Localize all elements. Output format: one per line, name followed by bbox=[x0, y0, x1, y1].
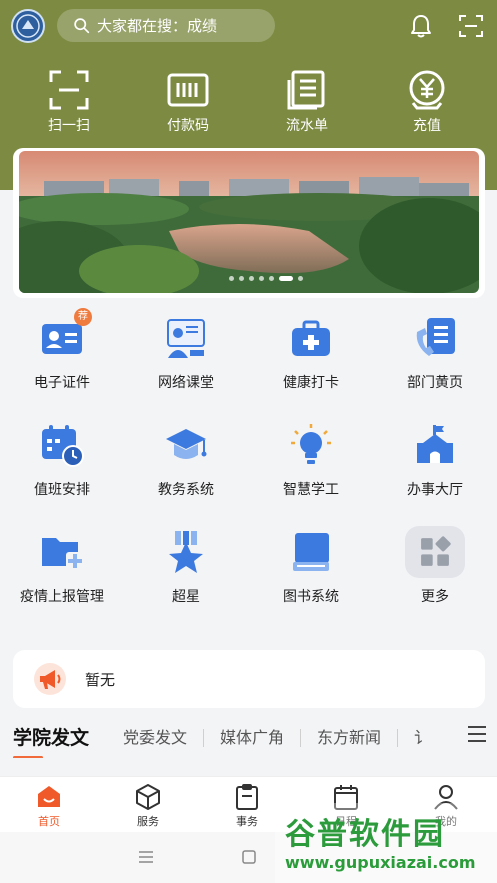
recent-apps-icon[interactable] bbox=[138, 850, 154, 864]
pagination-dot[interactable] bbox=[239, 276, 244, 281]
recommend-badge: 荐 bbox=[74, 308, 92, 326]
pagination-dot[interactable] bbox=[269, 276, 274, 281]
scan-frame-icon[interactable] bbox=[457, 12, 485, 40]
pagination-dot[interactable] bbox=[229, 276, 234, 281]
quick-recharge-button[interactable]: 充值 bbox=[382, 68, 472, 135]
pagination-dot[interactable] bbox=[298, 276, 303, 281]
pagination-dot[interactable] bbox=[259, 276, 264, 281]
service-e-id[interactable]: 荐 电子证件 bbox=[0, 308, 124, 392]
building-icon bbox=[417, 425, 453, 463]
menu-icon[interactable] bbox=[467, 725, 487, 743]
receipt-icon bbox=[287, 70, 325, 110]
service-epidemic-report[interactable]: 疫情上报管理 bbox=[0, 530, 124, 606]
service-online-class[interactable]: 网络课堂 bbox=[124, 316, 248, 392]
service-label: 电子证件 bbox=[34, 375, 90, 391]
pagination-dot[interactable] bbox=[249, 276, 254, 281]
service-label: 值班安排 bbox=[34, 482, 90, 498]
service-department-directory[interactable]: 部门黄页 bbox=[373, 316, 497, 392]
service-label: 超星 bbox=[172, 589, 200, 605]
home-button-icon[interactable] bbox=[241, 850, 257, 864]
service-library-system[interactable]: 图书系统 bbox=[249, 530, 373, 606]
quick-receipt-label: 流水单 bbox=[286, 118, 328, 134]
yuan-recharge-icon bbox=[409, 70, 445, 110]
tab-party-documents[interactable]: 党委发文 bbox=[105, 729, 205, 747]
service-label: 网络课堂 bbox=[158, 375, 214, 391]
service-label: 部门黄页 bbox=[407, 375, 463, 391]
tab-college-documents[interactable]: 学院发文 bbox=[13, 729, 105, 758]
tab-dongfang-news[interactable]: 东方新闻 bbox=[301, 729, 399, 747]
tabbar-label: 事务 bbox=[236, 815, 258, 828]
cube-icon bbox=[136, 784, 160, 810]
book-icon bbox=[293, 533, 329, 571]
service-label: 健康打卡 bbox=[283, 375, 339, 391]
megaphone-icon bbox=[34, 663, 66, 695]
service-health-checkin[interactable]: 健康打卡 bbox=[249, 316, 373, 392]
service-duty-schedule[interactable]: 值班安排 bbox=[0, 423, 124, 499]
service-label: 办事大厅 bbox=[407, 482, 463, 498]
quick-scan-label: 扫一扫 bbox=[48, 118, 90, 134]
clipboard-icon bbox=[236, 784, 258, 810]
service-label: 智慧学工 bbox=[283, 482, 339, 498]
search-input[interactable]: 大家都在搜：成绩 bbox=[57, 9, 275, 42]
tab-truncated[interactable]: 讠 bbox=[398, 729, 446, 747]
calendar-clock-icon bbox=[42, 425, 84, 467]
pagination-dot-active[interactable] bbox=[279, 276, 293, 281]
service-label: 教务系统 bbox=[158, 482, 214, 498]
announcement-bar[interactable]: 暂无 bbox=[13, 650, 485, 708]
quick-pay-code-label: 付款码 bbox=[167, 118, 209, 134]
online-class-icon bbox=[167, 319, 205, 358]
graduation-cap-icon bbox=[166, 429, 207, 459]
watermark-url: www.gupuxiazai.com bbox=[285, 853, 476, 872]
grid-more-icon bbox=[421, 536, 451, 566]
service-label: 更多 bbox=[421, 589, 449, 605]
quick-scan-button[interactable]: 扫一扫 bbox=[24, 68, 114, 135]
scan-icon bbox=[49, 70, 89, 110]
tabbar-label: 首页 bbox=[38, 815, 60, 828]
banner-pagination bbox=[229, 276, 303, 281]
folder-add-icon bbox=[42, 538, 84, 570]
tabbar-affairs[interactable]: 事务 bbox=[212, 783, 282, 829]
quick-pay-code-button[interactable]: 付款码 bbox=[143, 68, 233, 135]
barcode-icon bbox=[167, 73, 209, 107]
service-service-hall[interactable]: 办事大厅 bbox=[373, 423, 497, 499]
tab-media[interactable]: 媒体广角 bbox=[204, 729, 302, 747]
bell-icon[interactable] bbox=[407, 12, 435, 40]
home-icon bbox=[38, 786, 60, 807]
announcement-text: 暂无 bbox=[85, 670, 116, 689]
news-tabs: 学院发文 党委发文 媒体广角 东方新闻 讠 bbox=[0, 718, 497, 758]
service-label: 疫情上报管理 bbox=[20, 589, 104, 605]
service-label: 图书系统 bbox=[283, 589, 339, 605]
school-logo bbox=[11, 9, 45, 43]
medical-kit-icon bbox=[292, 320, 330, 356]
campus-banner[interactable] bbox=[13, 148, 485, 298]
service-smart-student-affairs[interactable]: 智慧学工 bbox=[249, 423, 373, 499]
school-emblem-icon bbox=[16, 14, 40, 38]
quick-recharge-label: 充值 bbox=[413, 118, 441, 134]
tabbar-services[interactable]: 服务 bbox=[113, 783, 183, 829]
star-medal-icon bbox=[169, 531, 203, 573]
campus-photo bbox=[19, 151, 479, 293]
watermark-title: 谷普软件园 bbox=[285, 817, 445, 852]
quick-receipt-button[interactable]: 流水单 bbox=[262, 68, 352, 135]
service-chaoxing[interactable]: 超星 bbox=[124, 530, 248, 606]
tabbar-label: 服务 bbox=[137, 815, 159, 828]
lightbulb-icon bbox=[291, 424, 331, 464]
phone-directory-icon bbox=[416, 318, 455, 356]
service-more[interactable]: 更多 bbox=[373, 526, 497, 606]
search-placeholder: 大家都在搜：成绩 bbox=[97, 17, 218, 35]
search-icon bbox=[74, 18, 90, 34]
tabbar-home[interactable]: 首页 bbox=[14, 783, 84, 829]
watermark: 谷普软件园 www.gupuxiazai.com bbox=[275, 803, 497, 883]
search-bar-row: 大家都在搜：成绩 bbox=[0, 0, 497, 52]
service-academic-system[interactable]: 教务系统 bbox=[124, 423, 248, 499]
